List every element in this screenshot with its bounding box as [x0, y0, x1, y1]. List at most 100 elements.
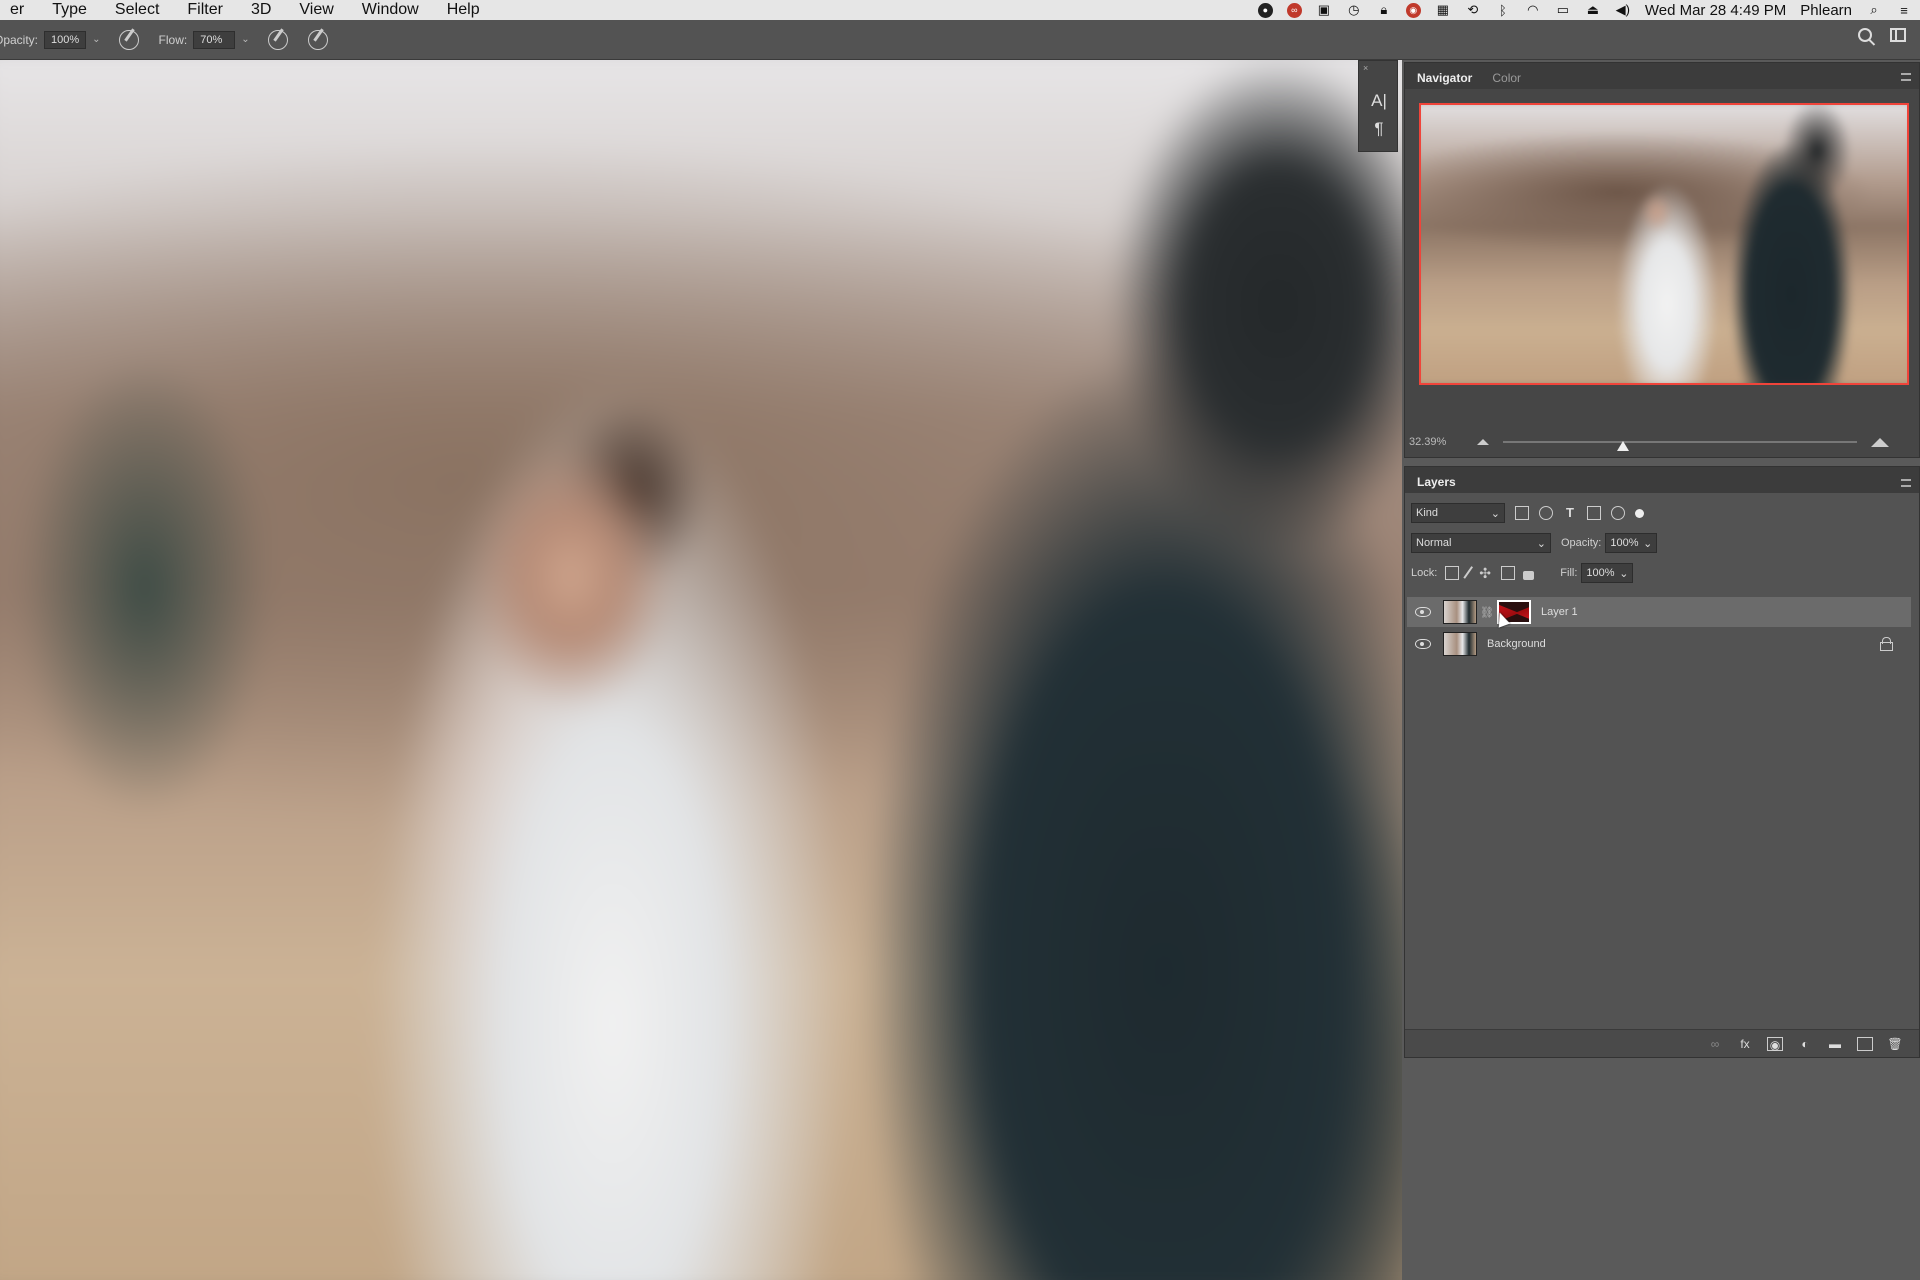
view-box[interactable]: [1419, 103, 1909, 385]
trash-icon[interactable]: 🗑︎: [1887, 1037, 1903, 1051]
status-area: ● ∞ ▣ ◷ 🔒︎ ◉ ▦ ⟲ ᛒ ◠ ▭ ⏏ ◀) Wed Mar 28 4…: [1257, 0, 1912, 20]
chevron-down-icon[interactable]: ⌄: [241, 34, 249, 45]
zoom-slider[interactable]: [1503, 441, 1857, 451]
menu-filter[interactable]: Filter: [173, 1, 237, 19]
blend-row: Normal ⌄ Opacity: 100% ⌄: [1411, 533, 1658, 553]
tab-navigator[interactable]: Navigator: [1415, 67, 1474, 89]
close-icon[interactable]: ×: [1363, 63, 1368, 73]
zoom-in-icon[interactable]: [1871, 437, 1889, 447]
chevron-down-icon[interactable]: ⌄: [92, 34, 100, 45]
clock[interactable]: Wed Mar 28 4:49 PM: [1645, 2, 1786, 19]
visibility-eye-icon[interactable]: [1415, 607, 1431, 617]
options-right: [1858, 28, 1906, 42]
panel-menu-icon[interactable]: [1901, 73, 1911, 81]
adjustment-filter-icon[interactable]: [1539, 506, 1553, 520]
pressure-size-icon[interactable]: [307, 29, 328, 50]
fill-field[interactable]: 100% ⌄: [1581, 563, 1634, 583]
eject-icon[interactable]: ⏏: [1585, 2, 1601, 17]
layer-name[interactable]: Background: [1487, 638, 1546, 650]
layer-row-layer-1[interactable]: ⛓ Layer 1: [1407, 597, 1911, 627]
folder-icon[interactable]: ▬: [1827, 1037, 1843, 1051]
menu-3d[interactable]: 3D: [237, 1, 285, 19]
menu-layer[interactable]: er: [0, 1, 38, 19]
visibility-eye-icon[interactable]: [1415, 639, 1431, 649]
time-machine-icon[interactable]: ◷: [1346, 2, 1362, 17]
filter-kind-value: Kind: [1416, 507, 1439, 519]
bluetooth-icon[interactable]: ᛒ: [1495, 3, 1511, 18]
fx-icon[interactable]: fx: [1737, 1037, 1753, 1051]
opacity-control: Opacity: 100% ⌄: [0, 30, 101, 49]
history-icon[interactable]: ⟲: [1465, 2, 1481, 17]
lock-image-icon[interactable]: [1463, 566, 1475, 580]
wifi-icon[interactable]: ◠: [1525, 2, 1541, 17]
layer-thumbnail[interactable]: [1443, 632, 1477, 656]
screen-share-icon[interactable]: ▣: [1316, 2, 1332, 17]
filter-toggle-icon[interactable]: [1635, 508, 1644, 518]
type-filter-icon[interactable]: T: [1563, 506, 1577, 520]
paragraph-icon[interactable]: ¶: [1369, 119, 1389, 139]
user-name[interactable]: Phlearn: [1800, 2, 1852, 19]
flow-field[interactable]: 70%: [193, 30, 236, 49]
grid-icon[interactable]: ▦: [1435, 2, 1451, 17]
flow-label: Flow:: [158, 32, 188, 47]
tab-color[interactable]: Color: [1490, 67, 1523, 89]
airbrush-icon[interactable]: [267, 29, 288, 50]
link-icon[interactable]: ⛓: [1480, 606, 1494, 619]
spotlight-icon[interactable]: ⌕: [1866, 2, 1882, 17]
blend-mode-select[interactable]: Normal ⌄: [1411, 533, 1551, 553]
menu-window[interactable]: Window: [348, 1, 433, 19]
canvas-photo: [0, 60, 1612, 1280]
layer-row-background[interactable]: Background: [1407, 629, 1911, 659]
layer-opacity-field[interactable]: 100% ⌄: [1605, 533, 1658, 553]
filter-kind-select[interactable]: Kind ⌄: [1411, 503, 1505, 523]
fill-value: 100%: [1586, 567, 1615, 579]
pixel-filter-icon[interactable]: [1515, 506, 1529, 520]
blend-mode-value: Normal: [1416, 537, 1452, 549]
notification-icon[interactable]: ≡: [1896, 3, 1912, 18]
menu-select[interactable]: Select: [101, 1, 173, 19]
creative-cloud-icon[interactable]: ∞: [1286, 2, 1302, 18]
link-icon[interactable]: ∞: [1707, 1037, 1723, 1051]
chevron-down-icon: ⌄: [1643, 537, 1653, 550]
zoom-slider-thumb[interactable]: [1617, 441, 1630, 451]
opacity-label: Opacity:: [0, 32, 39, 47]
zoom-out-icon[interactable]: [1477, 439, 1489, 445]
add-mask-icon[interactable]: ◉: [1767, 1036, 1783, 1052]
lock-transparent-icon[interactable]: [1445, 566, 1460, 580]
chevron-down-icon: ⌄: [1619, 567, 1629, 580]
character-icon[interactable]: A|: [1369, 91, 1389, 111]
collapsed-panel-strip: × A| ¶: [1358, 60, 1398, 152]
shape-filter-icon[interactable]: [1587, 506, 1601, 520]
lock-icon[interactable]: 🔒︎: [1376, 2, 1392, 17]
lock-row: Lock: ✣ Fill: 100% ⌄: [1411, 563, 1634, 583]
menu-view[interactable]: View: [285, 1, 347, 19]
adjustment-icon[interactable]: ◐: [1797, 1037, 1813, 1051]
search-icon[interactable]: [1858, 28, 1872, 42]
layers-panel: Layers Kind ⌄ T Normal ⌄ Opacity: 100% ⌄…: [1404, 466, 1920, 1058]
lock-all-icon[interactable]: [1523, 571, 1535, 580]
filter-row: Kind ⌄ T: [1411, 503, 1644, 523]
opacity-field[interactable]: 100%: [44, 30, 87, 49]
pressure-opacity-icon[interactable]: [118, 29, 139, 50]
chevron-down-icon: ⌄: [1536, 537, 1546, 550]
workspace-icon[interactable]: [1890, 28, 1906, 42]
layer-thumbnail[interactable]: [1443, 600, 1477, 624]
app-icon[interactable]: ◉: [1405, 2, 1421, 18]
panel-menu-icon[interactable]: [1901, 479, 1911, 487]
menu-help[interactable]: Help: [433, 1, 494, 19]
lock-position-icon[interactable]: ✣: [1479, 566, 1493, 580]
menu-type[interactable]: Type: [38, 1, 101, 19]
menu-list: er Type Select Filter 3D View Window Hel…: [0, 1, 494, 19]
lock-artboard-icon[interactable]: [1501, 566, 1516, 580]
display-icon[interactable]: ▭: [1555, 2, 1571, 17]
new-layer-icon[interactable]: [1857, 1036, 1873, 1051]
menu-bar: er Type Select Filter 3D View Window Hel…: [0, 0, 1920, 20]
smart-object-filter-icon[interactable]: [1611, 506, 1625, 520]
tab-layers[interactable]: Layers: [1415, 471, 1458, 493]
document-canvas[interactable]: [0, 60, 1612, 1280]
volume-icon[interactable]: ◀): [1615, 2, 1631, 17]
layers-footer: ∞ fx ◉ ◐ ▬ 🗑︎: [1405, 1029, 1919, 1057]
app-icon[interactable]: ●: [1257, 2, 1273, 18]
layer-name[interactable]: Layer 1: [1541, 606, 1578, 618]
zoom-value[interactable]: 32.39%: [1409, 436, 1457, 448]
